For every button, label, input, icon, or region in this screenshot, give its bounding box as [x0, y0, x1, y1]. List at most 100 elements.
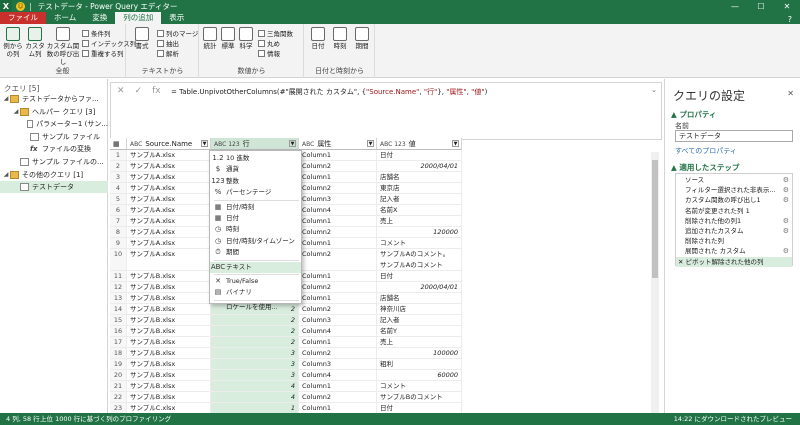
cell-attribute[interactable]: Column3	[299, 359, 377, 369]
cell-source-name[interactable]: サンプルB.xlsx	[127, 359, 211, 369]
cell-attribute[interactable]: Column2	[299, 282, 377, 292]
cell-source-name[interactable]: サンプルB.xlsx	[127, 282, 211, 292]
cell-row[interactable]: 2	[211, 326, 299, 336]
cell-attribute[interactable]: Column1	[299, 403, 377, 413]
cell-value[interactable]: 記入者	[377, 194, 462, 204]
properties-header[interactable]: ▲ プロパティ	[671, 109, 716, 120]
cell-attribute[interactable]: Column2	[299, 183, 377, 193]
menu-item-type[interactable]: % パーセンテージ	[210, 187, 301, 198]
cell-value[interactable]: 店舗名	[377, 172, 462, 182]
formula-text[interactable]: = Table.UnpivotOtherColumns(#"展開された カスタム…	[171, 87, 487, 97]
cell-attribute[interactable]: Column1	[299, 337, 377, 347]
custom-column-button[interactable]: カスタム列	[25, 27, 45, 58]
status-profiling[interactable]: 上位 1000 行に基づく列のプロファイリング	[40, 413, 171, 425]
cell-source-name[interactable]: サンプルB.xlsx	[127, 381, 211, 391]
cell-value[interactable]: 120000	[377, 227, 462, 237]
expand-icon[interactable]: ◢	[2, 93, 10, 105]
cell-value[interactable]: 2000/04/01	[377, 282, 462, 292]
applied-step[interactable]: 削除された列	[676, 236, 792, 247]
parse-button[interactable]: 解析	[157, 48, 179, 58]
cell-attribute[interactable]: Column1	[299, 271, 377, 281]
gear-icon[interactable]: ⚙	[783, 185, 789, 196]
extract-button[interactable]: 抽出	[157, 38, 179, 48]
tab-add-column[interactable]: 列の追加	[115, 12, 162, 24]
gear-icon[interactable]: ⚙	[783, 175, 789, 186]
cell-attribute[interactable]: Column1	[299, 238, 377, 248]
query-item[interactable]: サンプル ファイル	[0, 131, 108, 143]
gear-icon[interactable]: ⚙	[783, 195, 789, 206]
cell-value[interactable]: 記入者	[377, 315, 462, 325]
table-corner-icon[interactable]: ▦	[110, 138, 127, 150]
column-header-value[interactable]: ABC 123 値 ▼	[377, 138, 462, 150]
gear-icon[interactable]: ⚙	[783, 246, 789, 257]
applied-step[interactable]: ✕ ピボット解除された他の列	[676, 256, 792, 268]
cell-value[interactable]: 粗利	[377, 359, 462, 369]
cell-attribute[interactable]: Column2	[299, 348, 377, 358]
query-item[interactable]: パラメーター1 (サン...	[0, 118, 108, 130]
query-item[interactable]: ◢ ヘルパー クエリ [3]	[0, 106, 108, 118]
table-row[interactable]: 18 サンプルB.xlsx 3 Column2 100000	[110, 348, 462, 359]
menu-item-type[interactable]: ▦ 日付/時刻	[210, 202, 301, 213]
cell-source-name[interactable]: サンプルA.xlsx	[127, 161, 211, 171]
tab-file[interactable]: ファイル	[0, 12, 46, 24]
applied-step[interactable]: 展開された カスタム ⚙	[676, 246, 792, 257]
cell-value[interactable]: 店舗名	[377, 293, 462, 303]
table-row[interactable]: 22 サンプルB.xlsx 4 Column2 サンプルBのコメント	[110, 392, 462, 403]
commit-formula-icon[interactable]: ✓	[135, 86, 143, 96]
cell-attribute[interactable]: Column2	[299, 392, 377, 402]
query-item[interactable]: テストデータ	[0, 181, 108, 194]
format-button[interactable]: 書式	[133, 27, 151, 50]
rounding-button[interactable]: 丸め	[258, 38, 280, 48]
cell-attribute[interactable]: Column2	[299, 304, 377, 314]
cell-value[interactable]: 売上	[377, 216, 462, 226]
cell-row[interactable]: 3	[211, 359, 299, 369]
table-row[interactable]: 17 サンプルB.xlsx 2 Column1 売上	[110, 337, 462, 348]
menu-item-type[interactable]: $ 通貨	[210, 164, 301, 175]
date-button[interactable]: 日付	[309, 27, 327, 50]
scientific-button[interactable]: 科学	[238, 27, 254, 50]
cell-value[interactable]: 神奈川店	[377, 304, 462, 314]
applied-step[interactable]: カスタム関数の呼び出し1 ⚙	[676, 195, 792, 206]
applied-step[interactable]: ソース ⚙	[676, 175, 792, 186]
cell-value[interactable]: 名前X	[377, 205, 462, 215]
table-row[interactable]: 19 サンプルB.xlsx 3 Column3 粗利	[110, 359, 462, 370]
cell-row[interactable]: 3	[211, 348, 299, 358]
cell-attribute[interactable]: Column3	[299, 315, 377, 325]
applied-steps-header[interactable]: ▲ 適用したステップ	[671, 162, 739, 173]
cell-attribute[interactable]: Column2	[299, 161, 377, 171]
chevron-down-icon[interactable]: ▼	[289, 140, 296, 147]
cell-value[interactable]: 名前Y	[377, 326, 462, 336]
applied-step[interactable]: 追加されたカスタム ⚙	[676, 226, 792, 237]
fx-icon[interactable]: fx	[152, 86, 161, 96]
tab-transform[interactable]: 変換	[84, 12, 115, 24]
scrollbar-thumb[interactable]	[652, 160, 658, 278]
cell-source-name[interactable]: サンプルB.xlsx	[127, 337, 211, 347]
cell-attribute[interactable]: Column1	[299, 172, 377, 182]
cell-source-name[interactable]: サンプルA.xlsx	[127, 183, 211, 193]
conditional-column-button[interactable]: 条件列	[82, 28, 111, 38]
close-icon[interactable]: ✕	[787, 89, 794, 98]
expand-icon[interactable]: ◢	[12, 106, 20, 118]
cell-value[interactable]: 売上	[377, 337, 462, 347]
close-button[interactable]: ✕	[774, 2, 800, 11]
cell-row[interactable]: 2	[211, 337, 299, 347]
cell-source-name[interactable]: サンプルA.xlsx	[127, 227, 211, 237]
menu-item-type[interactable]: ⏱ 期間	[210, 247, 301, 258]
smiley-feedback-icon[interactable]: ☺	[16, 1, 25, 11]
cell-source-name[interactable]: サンプルA.xlsx	[127, 150, 211, 160]
query-item[interactable]: サンプル ファイルの...	[0, 156, 108, 168]
minimize-button[interactable]: —	[722, 2, 748, 11]
merge-columns-button[interactable]: 列のマージ	[157, 28, 198, 38]
cell-row[interactable]: 2	[211, 315, 299, 325]
column-header-row[interactable]: ABC 123 行 ▼	[211, 138, 299, 150]
query-item[interactable]: fx ファイルの変換	[0, 143, 108, 155]
cell-source-name[interactable]: サンプルA.xlsx	[127, 205, 211, 215]
cell-source-name[interactable]: サンプルA.xlsx	[127, 238, 211, 248]
maximize-button[interactable]: ☐	[748, 2, 774, 11]
cell-value[interactable]: 100000	[377, 348, 462, 358]
tab-view[interactable]: 表示	[161, 12, 192, 24]
chevron-down-icon[interactable]: ▼	[201, 140, 208, 147]
table-row[interactable]: 21 サンプルB.xlsx 4 Column1 コメント	[110, 381, 462, 392]
cell-value[interactable]: サンプルAのコメント。 サンプルAのコメント	[377, 249, 462, 270]
grid-vertical-scrollbar[interactable]	[651, 152, 659, 413]
